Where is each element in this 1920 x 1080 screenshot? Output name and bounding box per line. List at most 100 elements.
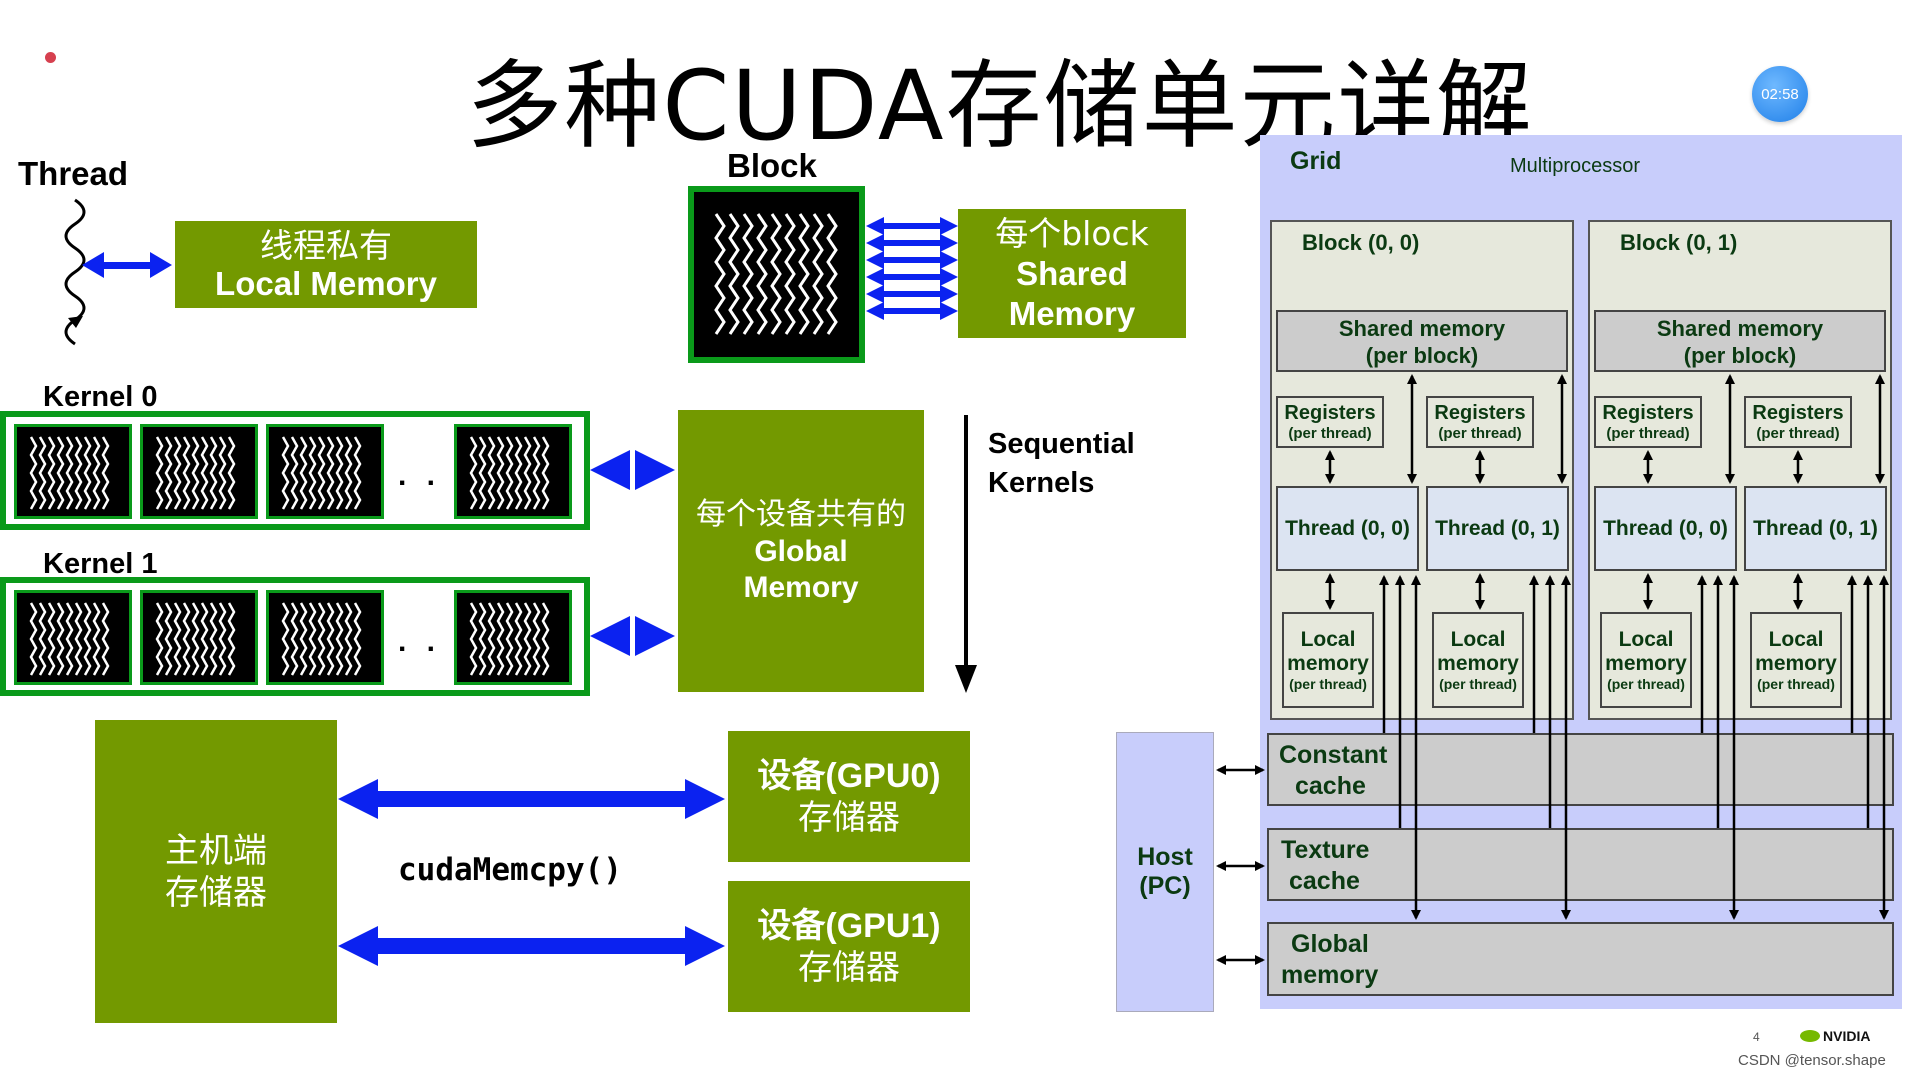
kernel-block-icon (266, 590, 384, 685)
local-label1: Local (1300, 628, 1356, 651)
local-sub: (per thread) (1439, 676, 1517, 692)
grid-block-label: Block (0, 0) (1302, 230, 1420, 255)
kernel-block-icon (266, 424, 384, 519)
local-memory-cn: 线程私有 (260, 225, 392, 265)
shared-memory-cn: 每个block (995, 213, 1149, 253)
gpu1-line2: 存储器 (798, 947, 900, 988)
registers-box: Registers (per thread) (1594, 396, 1702, 448)
kernel-block-icon (14, 424, 132, 519)
multiprocessor-label: Multiprocessor (1510, 155, 1641, 177)
cudamemcpy-label: cudaMemcpy() (398, 852, 622, 888)
kernel0-global-arrow-icon (590, 450, 675, 490)
host-line1: Host (1137, 843, 1193, 871)
texture-cache-box: Texture cache (1267, 828, 1894, 901)
local-label2: memory (1287, 652, 1369, 675)
global-memory-cn: 每个设备共有的 (696, 497, 906, 532)
local-label2: memory (1605, 652, 1687, 675)
shared-sub: (per block) (1683, 343, 1797, 368)
local-memory-per-thread: Local memory (per thread) (1600, 612, 1692, 708)
shared-label: Shared memory (1338, 316, 1506, 341)
host-gpu0-arrow-icon (338, 779, 725, 819)
shared-sub: (per block) (1365, 343, 1479, 368)
host-box: Host (PC) (1116, 732, 1214, 1012)
shared-label: Shared memory (1656, 316, 1824, 341)
block-label: Block (727, 147, 817, 184)
kernel-block-icon (454, 590, 572, 685)
reg-sub: (per thread) (1756, 425, 1840, 442)
host-storage-box: 主机端 存储器 (95, 720, 337, 1023)
local-sub: (per thread) (1607, 676, 1685, 692)
sequential-line1: Sequential (988, 428, 1135, 460)
thread-box: Thread (0, 1) (1744, 486, 1887, 571)
kernel-ellipsis: . . . (398, 459, 470, 492)
kernel-block-icon (454, 424, 572, 519)
gpu0-line1: 设备(GPU0) (757, 756, 941, 795)
thread-wave-icon (756, 213, 768, 335)
gpu1-storage-box: 设备(GPU1) 存储器 (728, 881, 970, 1012)
thread-wave-icon (742, 213, 754, 335)
registers-box: Registers (per thread) (1426, 396, 1534, 448)
reg-label: Registers (1434, 402, 1526, 424)
kernel-block-icon (14, 590, 132, 685)
gpu0-storage-box: 设备(GPU0) 存储器 (728, 731, 970, 862)
local-memory-per-thread: Local memory (per thread) (1750, 612, 1842, 708)
local-memory-per-thread: Local memory (per thread) (1432, 612, 1524, 708)
thread-box: Thread (0, 0) (1276, 486, 1419, 571)
grid-label: Grid (1290, 147, 1342, 175)
nvidia-logo: NVIDIA (1800, 1028, 1870, 1044)
thread-wave-icon (826, 213, 838, 335)
kernel1-global-arrow-icon (590, 616, 675, 656)
local-label1: Local (1768, 628, 1824, 651)
block-shared-arrows-icon (866, 217, 958, 320)
texture-line2: cache (1289, 867, 1360, 895)
nvidia-wordmark: NVIDIA (1823, 1028, 1871, 1044)
shared-memory-box: 每个block Shared Memory (958, 209, 1186, 338)
local-sub: (per thread) (1289, 676, 1367, 692)
thread-wave-icon (728, 213, 740, 335)
reg-label: Registers (1284, 402, 1376, 424)
host-storage-line1: 主机端 (165, 830, 267, 871)
kernel0-label: Kernel 0 (43, 381, 158, 413)
csdn-watermark: CSDN @tensor.shape (1738, 1052, 1886, 1069)
local-label1: Local (1618, 628, 1674, 651)
thread-local-arrow-icon (82, 252, 172, 278)
registers-box: Registers (per thread) (1276, 396, 1384, 448)
shared-memory-en2: Memory (1008, 294, 1136, 332)
reg-sub: (per thread) (1438, 425, 1522, 442)
thread-box: Thread (0, 0) (1594, 486, 1737, 571)
texture-line1: Texture (1281, 836, 1370, 864)
local-sub: (per thread) (1757, 676, 1835, 692)
local-memory-per-thread: Local memory (per thread) (1282, 612, 1374, 708)
reg-label: Registers (1752, 402, 1844, 424)
kernel-ellipsis: . . . (398, 625, 470, 658)
host-storage-line2: 存储器 (165, 872, 267, 913)
local-label2: memory (1437, 652, 1519, 675)
reg-sub: (per thread) (1606, 425, 1690, 442)
shared-memory-per-block: Shared memory (per block) (1594, 310, 1886, 372)
local-label2: memory (1755, 652, 1837, 675)
shared-memory-per-block: Shared memory (per block) (1276, 310, 1568, 372)
shared-memory-line1: 每个block (995, 214, 1149, 254)
shared-memory-en1: Shared (1016, 254, 1128, 292)
constant-line1: Constant (1279, 741, 1388, 769)
gpu0-line2: 存储器 (798, 797, 900, 838)
nvidia-eye-icon (1800, 1030, 1820, 1042)
thread-wave-icon (812, 213, 824, 335)
global-line2: memory (1281, 961, 1379, 989)
local-memory-en: Local Memory (215, 264, 437, 302)
thread-box: Thread (0, 1) (1426, 486, 1569, 571)
sequential-line2: Kernels (988, 467, 1095, 499)
block-icon (688, 186, 865, 363)
global-memory-en2: Memory (743, 571, 859, 604)
grid-block-label: Block (0, 1) (1620, 230, 1738, 255)
global-memory-grid-box: Global memory (1267, 922, 1894, 996)
sequential-kernels-label: Sequential Kernels (988, 425, 1135, 503)
gpu1-line1: 设备(GPU1) (757, 906, 941, 945)
constant-line2: cache (1295, 772, 1366, 800)
global-memory-en1: Global (754, 535, 848, 568)
local-memory-box: 线程私有 Local Memory (175, 221, 477, 308)
reg-label: Registers (1602, 402, 1694, 424)
thread-wave-icon (714, 213, 726, 335)
registers-box: Registers (per thread) (1744, 396, 1852, 448)
constant-cache-box: Constant cache (1267, 733, 1894, 806)
